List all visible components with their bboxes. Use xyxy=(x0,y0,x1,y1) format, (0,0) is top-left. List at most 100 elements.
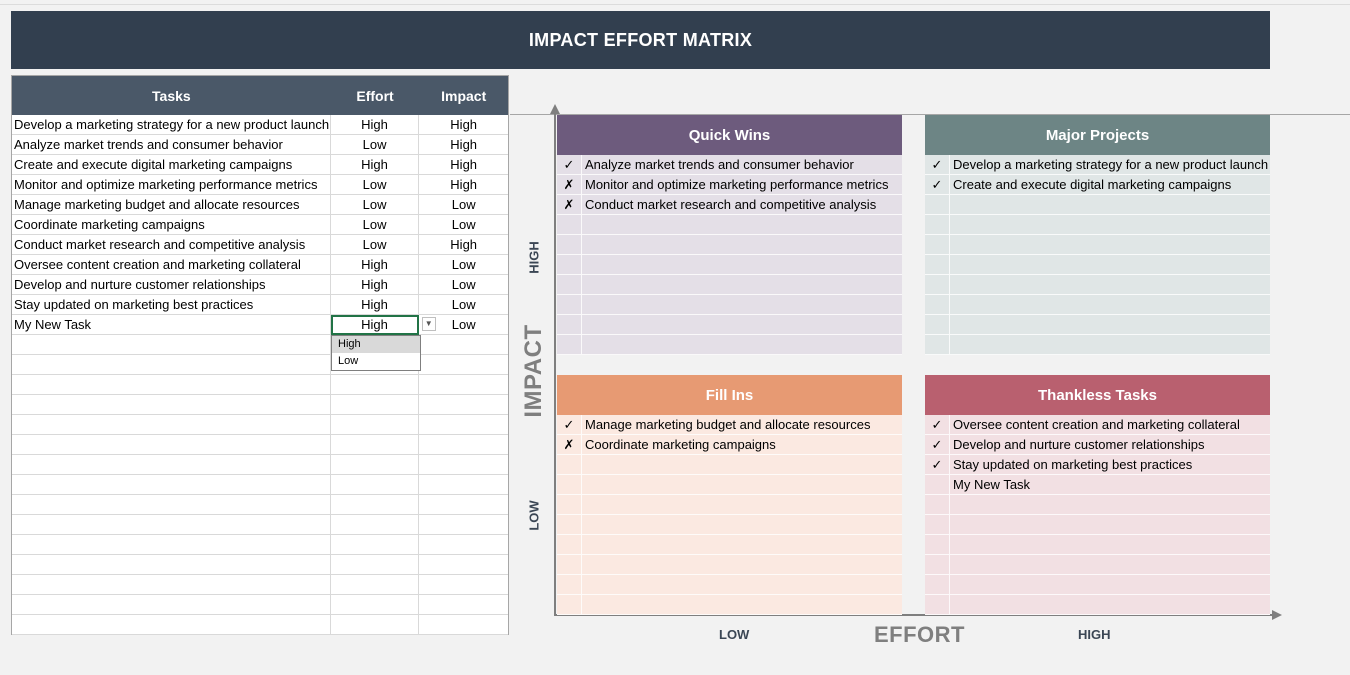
task-cell[interactable] xyxy=(12,375,331,395)
impact-cell[interactable]: High xyxy=(419,235,508,255)
impact-cell[interactable]: High xyxy=(419,155,508,175)
task-cell[interactable]: Monitor and optimize marketing performan… xyxy=(12,175,331,195)
effort-cell[interactable]: Low xyxy=(331,215,420,235)
status-mark-icon xyxy=(557,335,582,354)
task-cell[interactable] xyxy=(12,435,331,455)
effort-cell[interactable]: High xyxy=(331,155,420,175)
task-cell[interactable]: Create and execute digital marketing cam… xyxy=(12,155,331,175)
task-cell[interactable]: Conduct market research and competitive … xyxy=(12,235,331,255)
impact-cell[interactable]: Low xyxy=(419,275,508,295)
quadrant-item xyxy=(557,335,902,355)
effort-cell[interactable] xyxy=(331,615,420,635)
header-effort[interactable]: Effort xyxy=(331,76,420,115)
effort-cell[interactable] xyxy=(331,375,420,395)
impact-cell[interactable] xyxy=(419,455,508,475)
effort-cell[interactable] xyxy=(331,535,420,555)
task-cell[interactable]: Coordinate marketing campaigns xyxy=(12,215,331,235)
effort-cell[interactable] xyxy=(331,495,420,515)
impact-cell[interactable] xyxy=(419,435,508,455)
task-cell[interactable] xyxy=(12,615,331,635)
impact-cell[interactable] xyxy=(419,475,508,495)
effort-cell[interactable] xyxy=(331,555,420,575)
impact-cell[interactable]: Low xyxy=(419,255,508,275)
impact-cell[interactable] xyxy=(419,495,508,515)
quadrant-item xyxy=(925,215,1270,235)
effort-cell[interactable]: Low xyxy=(331,175,420,195)
effort-cell[interactable] xyxy=(331,515,420,535)
impact-cell[interactable]: Low xyxy=(419,295,508,315)
effort-cell[interactable] xyxy=(331,575,420,595)
task-cell[interactable] xyxy=(12,415,331,435)
impact-cell[interactable] xyxy=(419,595,508,615)
dropdown-option-low[interactable]: Low xyxy=(332,353,420,370)
quadrant-item: ✓ Create and execute digital marketing ca… xyxy=(925,175,1270,195)
task-cell[interactable] xyxy=(12,455,331,475)
quadrant-item-text: My New Task xyxy=(953,477,1031,492)
impact-cell[interactable]: High xyxy=(419,175,508,195)
task-cell[interactable]: Stay updated on marketing best practices xyxy=(12,295,331,315)
status-mark-icon xyxy=(557,595,582,614)
task-cell[interactable] xyxy=(12,495,331,515)
impact-cell[interactable]: High xyxy=(419,135,508,155)
quadrant-item xyxy=(557,455,902,475)
impact-cell[interactable] xyxy=(419,575,508,595)
impact-cell[interactable] xyxy=(419,615,508,635)
task-cell[interactable] xyxy=(12,575,331,595)
task-cell[interactable]: Develop a marketing strategy for a new p… xyxy=(12,115,331,135)
quadrant-item: ✓ Analyze market trends and consumer beha… xyxy=(557,155,902,175)
quadrant-item-text xyxy=(582,215,902,234)
effort-cell[interactable] xyxy=(331,475,420,495)
quadrant-item-text xyxy=(582,255,902,274)
task-cell[interactable] xyxy=(12,395,331,415)
task-cell[interactable] xyxy=(12,475,331,495)
impact-cell[interactable]: Low xyxy=(419,215,508,235)
header-tasks[interactable]: Tasks xyxy=(12,76,331,115)
task-cell[interactable]: My New Task xyxy=(12,315,331,335)
effort-cell[interactable] xyxy=(331,595,420,615)
effort-cell[interactable] xyxy=(331,395,420,415)
dropdown-option-high[interactable]: High xyxy=(332,336,420,353)
quadrant-item-text: Create and execute digital marketing cam… xyxy=(953,177,1232,192)
effort-cell[interactable]: High xyxy=(331,115,420,135)
impact-cell[interactable] xyxy=(419,555,508,575)
header-impact[interactable]: Impact xyxy=(419,76,508,115)
task-cell[interactable] xyxy=(12,355,331,375)
impact-cell[interactable] xyxy=(419,395,508,415)
effort-dropdown-list[interactable]: High Low xyxy=(331,335,421,371)
impact-cell[interactable]: High xyxy=(419,115,508,135)
impact-cell[interactable] xyxy=(419,515,508,535)
task-cell[interactable]: Develop and nurture customer relationshi… xyxy=(12,275,331,295)
effort-cell[interactable]: Low xyxy=(331,135,420,155)
x-axis-title: EFFORT xyxy=(874,622,965,647)
effort-cell[interactable]: High xyxy=(331,255,420,275)
effort-cell[interactable]: Low xyxy=(331,195,420,215)
effort-cell[interactable]: High ▼ xyxy=(330,315,436,335)
impact-cell[interactable] xyxy=(419,335,508,355)
effort-cell[interactable] xyxy=(331,435,420,455)
dropdown-arrow-icon[interactable]: ▼ xyxy=(421,317,436,331)
impact-cell[interactable] xyxy=(419,415,508,435)
task-cell[interactable]: Analyze market trends and consumer behav… xyxy=(12,135,331,155)
status-mark-icon xyxy=(925,335,950,354)
impact-cell[interactable] xyxy=(419,535,508,555)
task-cell[interactable] xyxy=(12,515,331,535)
status-mark-icon xyxy=(925,495,950,514)
impact-cell[interactable] xyxy=(419,375,508,395)
task-cell[interactable] xyxy=(12,535,331,555)
effort-cell[interactable] xyxy=(331,455,420,475)
task-cell[interactable] xyxy=(12,595,331,615)
table-row: Coordinate marketing campaigns Low Low xyxy=(12,215,508,235)
effort-cell[interactable] xyxy=(331,415,420,435)
effort-cell[interactable]: High xyxy=(331,295,420,315)
task-cell[interactable] xyxy=(12,335,331,355)
task-cell[interactable]: Oversee content creation and marketing c… xyxy=(12,255,331,275)
task-cell[interactable] xyxy=(12,555,331,575)
impact-cell[interactable]: Low xyxy=(419,195,508,215)
quadrant-item-text xyxy=(950,315,1270,334)
effort-cell[interactable]: High xyxy=(331,275,420,295)
table-row xyxy=(12,575,508,595)
impact-cell[interactable] xyxy=(419,355,508,375)
task-cell[interactable]: Manage marketing budget and allocate res… xyxy=(12,195,331,215)
status-mark-icon xyxy=(925,555,950,574)
effort-cell[interactable]: Low xyxy=(331,235,420,255)
